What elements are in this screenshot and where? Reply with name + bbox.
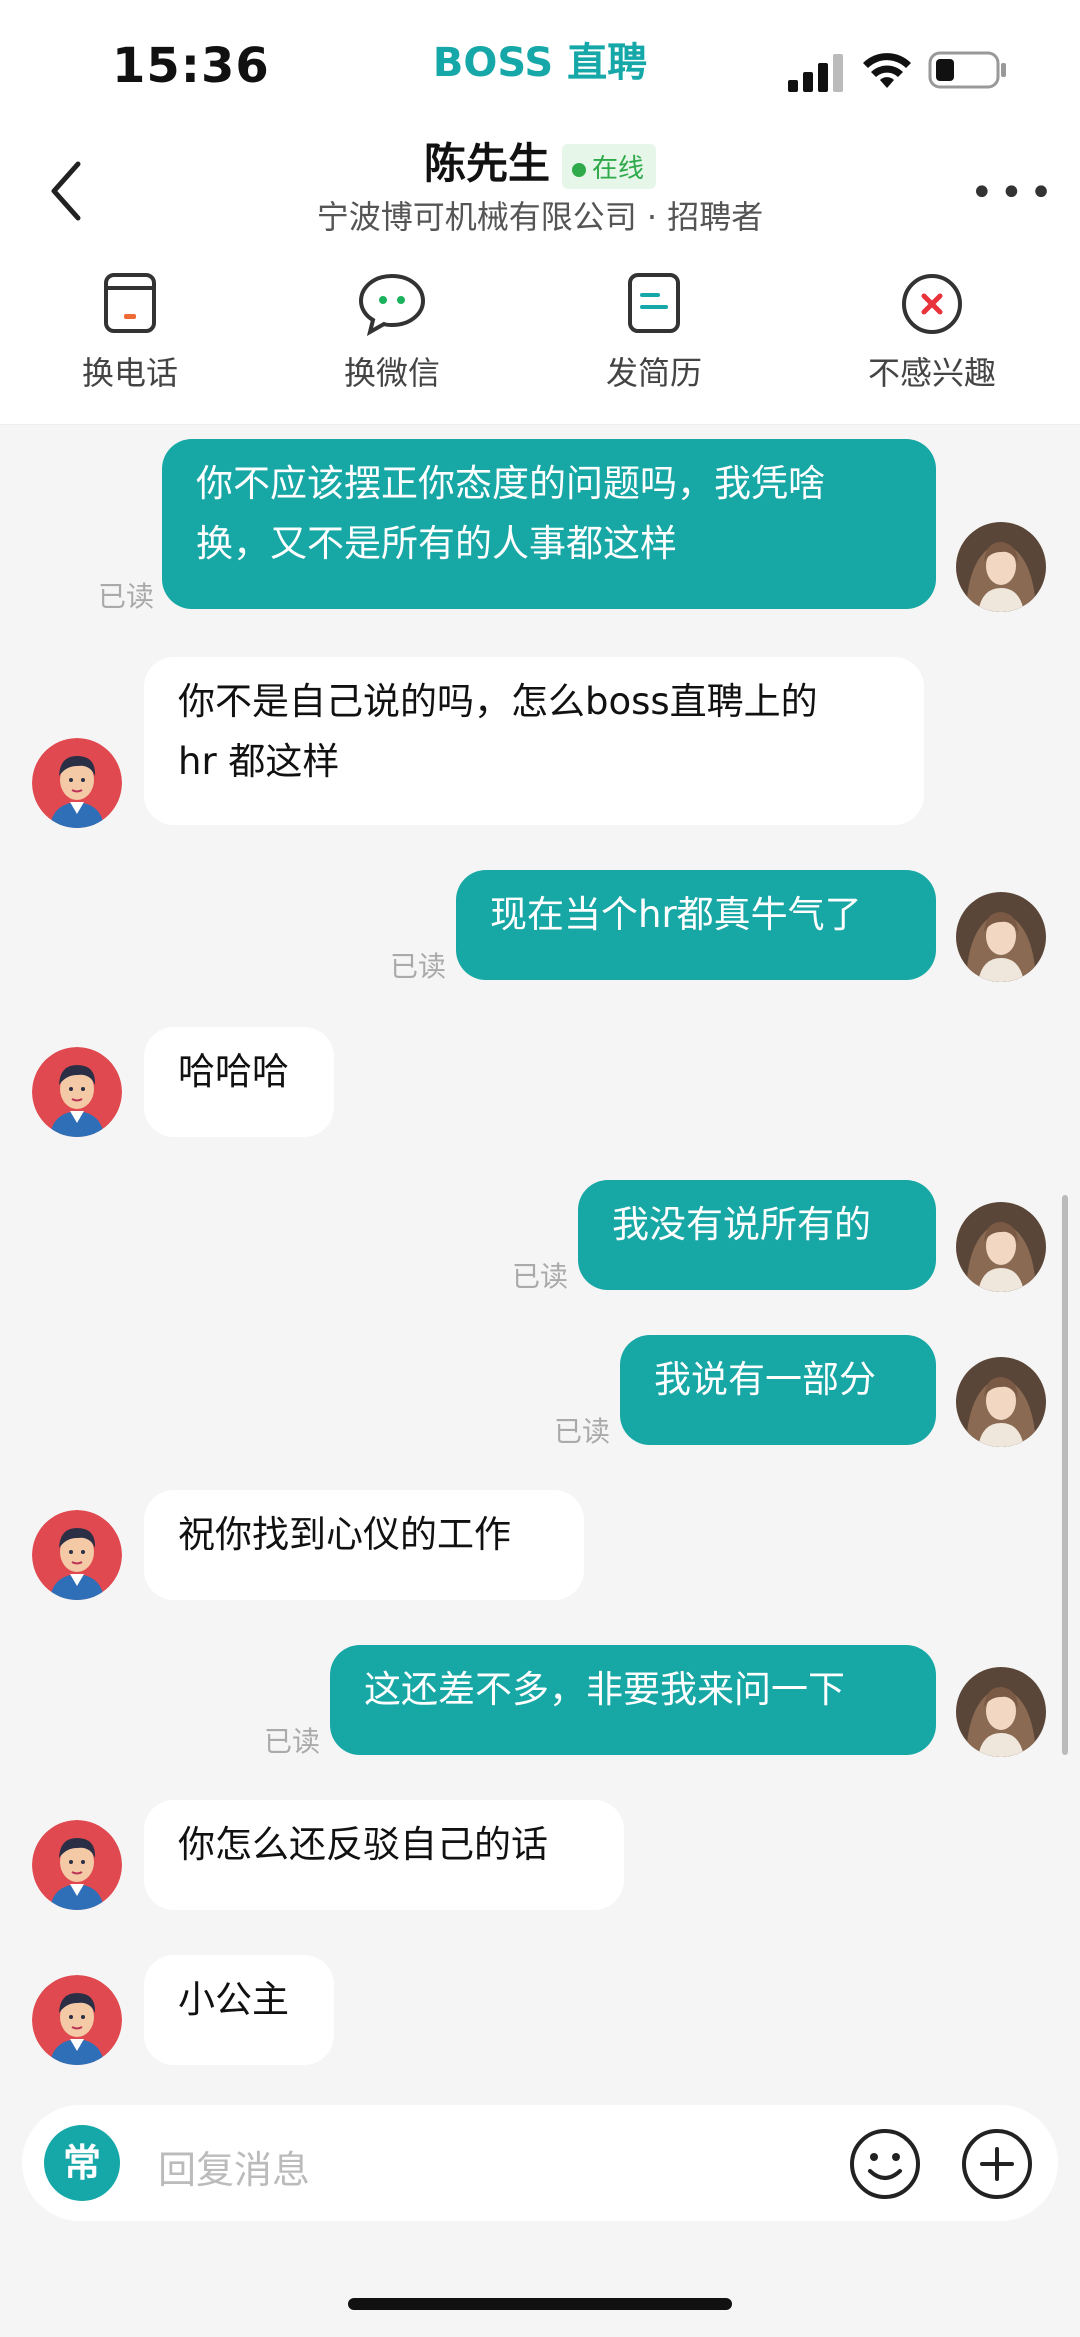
action-not-interested[interactable]: 不感兴趣 xyxy=(832,270,1032,394)
read-receipt: 已读 xyxy=(98,580,155,613)
action-bar: 换电话 换微信 发简历 不感兴趣 xyxy=(0,270,1080,425)
message-line: 这还差不多，非要我来问一下 xyxy=(364,1668,845,1711)
signal-icon xyxy=(788,54,843,92)
my-message-bubble[interactable]: 我没有说所有的 xyxy=(578,1180,936,1290)
message-line: 我说有一部分 xyxy=(654,1358,876,1401)
chat-header: 陈先生 在线 宁波博可机械有限公司 · 招聘者 ••• xyxy=(0,120,1080,270)
message-line: hr 都这样 xyxy=(178,740,340,783)
my-message-bubble[interactable]: 这还差不多，非要我来问一下 xyxy=(330,1645,936,1755)
phone-card-icon xyxy=(104,273,156,333)
chat-scrollbar[interactable] xyxy=(1062,1195,1068,1755)
message-line: 我没有说所有的 xyxy=(612,1203,871,1246)
action-exchange-phone[interactable]: 换电话 xyxy=(30,270,230,394)
company-subtitle: 宁波博可机械有限公司 · 招聘者 xyxy=(316,198,764,236)
their-message-bubble[interactable]: 哈哈哈 xyxy=(144,1027,334,1137)
wechat-bubble-icon xyxy=(358,273,426,337)
online-label: 在线 xyxy=(592,154,645,184)
contact-avatar[interactable] xyxy=(32,1510,122,1600)
message-line: 祝你找到心仪的工作 xyxy=(178,1513,511,1556)
message-line: 小公主 xyxy=(178,1978,289,2021)
my-avatar[interactable] xyxy=(956,1202,1046,1292)
my-avatar[interactable] xyxy=(956,892,1046,982)
my-avatar[interactable] xyxy=(956,1357,1046,1447)
their-message-bubble[interactable]: 你不是自己说的吗，怎么boss直聘上的 hr 都这样 xyxy=(144,657,924,825)
my-message-bubble[interactable]: 我说有一部分 xyxy=(620,1335,936,1445)
battery-icon xyxy=(928,51,1006,89)
my-message-bubble[interactable]: 你不应该摆正你态度的问题吗，我凭啥 换，又不是所有的人事都这样 xyxy=(162,439,936,609)
my-avatar[interactable] xyxy=(956,1667,1046,1757)
contact-avatar[interactable] xyxy=(32,1975,122,2065)
action-label: 换电话 xyxy=(81,354,178,392)
contact-avatar[interactable] xyxy=(32,738,122,828)
resume-icon xyxy=(628,273,680,333)
contact-name: 陈先生 xyxy=(423,139,550,188)
app-brand: BOSS 直聘 xyxy=(432,40,648,86)
status-bar: 15:36 BOSS 直聘 xyxy=(0,0,1080,130)
contact-title: 陈先生 在线 xyxy=(0,130,1080,191)
more-options-icon[interactable]: ••• xyxy=(970,170,1059,216)
message-line: 你怎么还反驳自己的话 xyxy=(178,1823,548,1866)
action-send-resume[interactable]: 发简历 xyxy=(554,270,754,394)
read-receipt: 已读 xyxy=(264,1725,321,1758)
my-avatar[interactable] xyxy=(956,522,1046,612)
contact-avatar[interactable] xyxy=(32,1047,122,1137)
reply-input-field[interactable]: 常 回复消息 xyxy=(22,2105,1058,2221)
plus-icon[interactable] xyxy=(960,2127,1034,2201)
action-label: 不感兴趣 xyxy=(867,354,996,392)
read-receipt: 已读 xyxy=(554,1415,611,1448)
action-exchange-wechat[interactable]: 换微信 xyxy=(292,270,492,394)
online-badge: 在线 xyxy=(562,144,657,189)
their-message-bubble[interactable]: 小公主 xyxy=(144,1955,334,2065)
read-receipt: 已读 xyxy=(390,950,447,983)
online-dot-icon xyxy=(572,162,586,177)
their-message-bubble[interactable]: 你怎么还反驳自己的话 xyxy=(144,1800,624,1910)
action-label: 发简历 xyxy=(605,354,702,392)
my-message-bubble[interactable]: 现在当个hr都真牛气了 xyxy=(456,870,936,980)
action-label: 换微信 xyxy=(343,354,440,392)
reply-placeholder: 回复消息 xyxy=(158,2148,311,2192)
not-interested-icon xyxy=(902,274,962,334)
home-indicator[interactable] xyxy=(348,2298,732,2310)
wifi-icon xyxy=(863,53,911,88)
message-line: 换，又不是所有的人事都这样 xyxy=(196,522,677,565)
message-line: 现在当个hr都真牛气了 xyxy=(490,893,862,936)
contact-avatar[interactable] xyxy=(32,1820,122,1910)
quick-reply-button[interactable]: 常 xyxy=(44,2125,120,2201)
read-receipt: 已读 xyxy=(512,1260,569,1293)
their-message-bubble[interactable]: 祝你找到心仪的工作 xyxy=(144,1490,584,1600)
message-line: 你不是自己说的吗，怎么boss直聘上的 xyxy=(178,680,818,723)
emoji-icon[interactable] xyxy=(848,2127,922,2201)
message-list[interactable]: 你不应该摆正你态度的问题吗，我凭啥 换，又不是所有的人事都这样 已读 你不是自己… xyxy=(0,425,1080,2085)
message-line: 你不应该摆正你态度的问题吗，我凭啥 xyxy=(196,462,825,505)
message-line: 哈哈哈 xyxy=(178,1050,289,1093)
